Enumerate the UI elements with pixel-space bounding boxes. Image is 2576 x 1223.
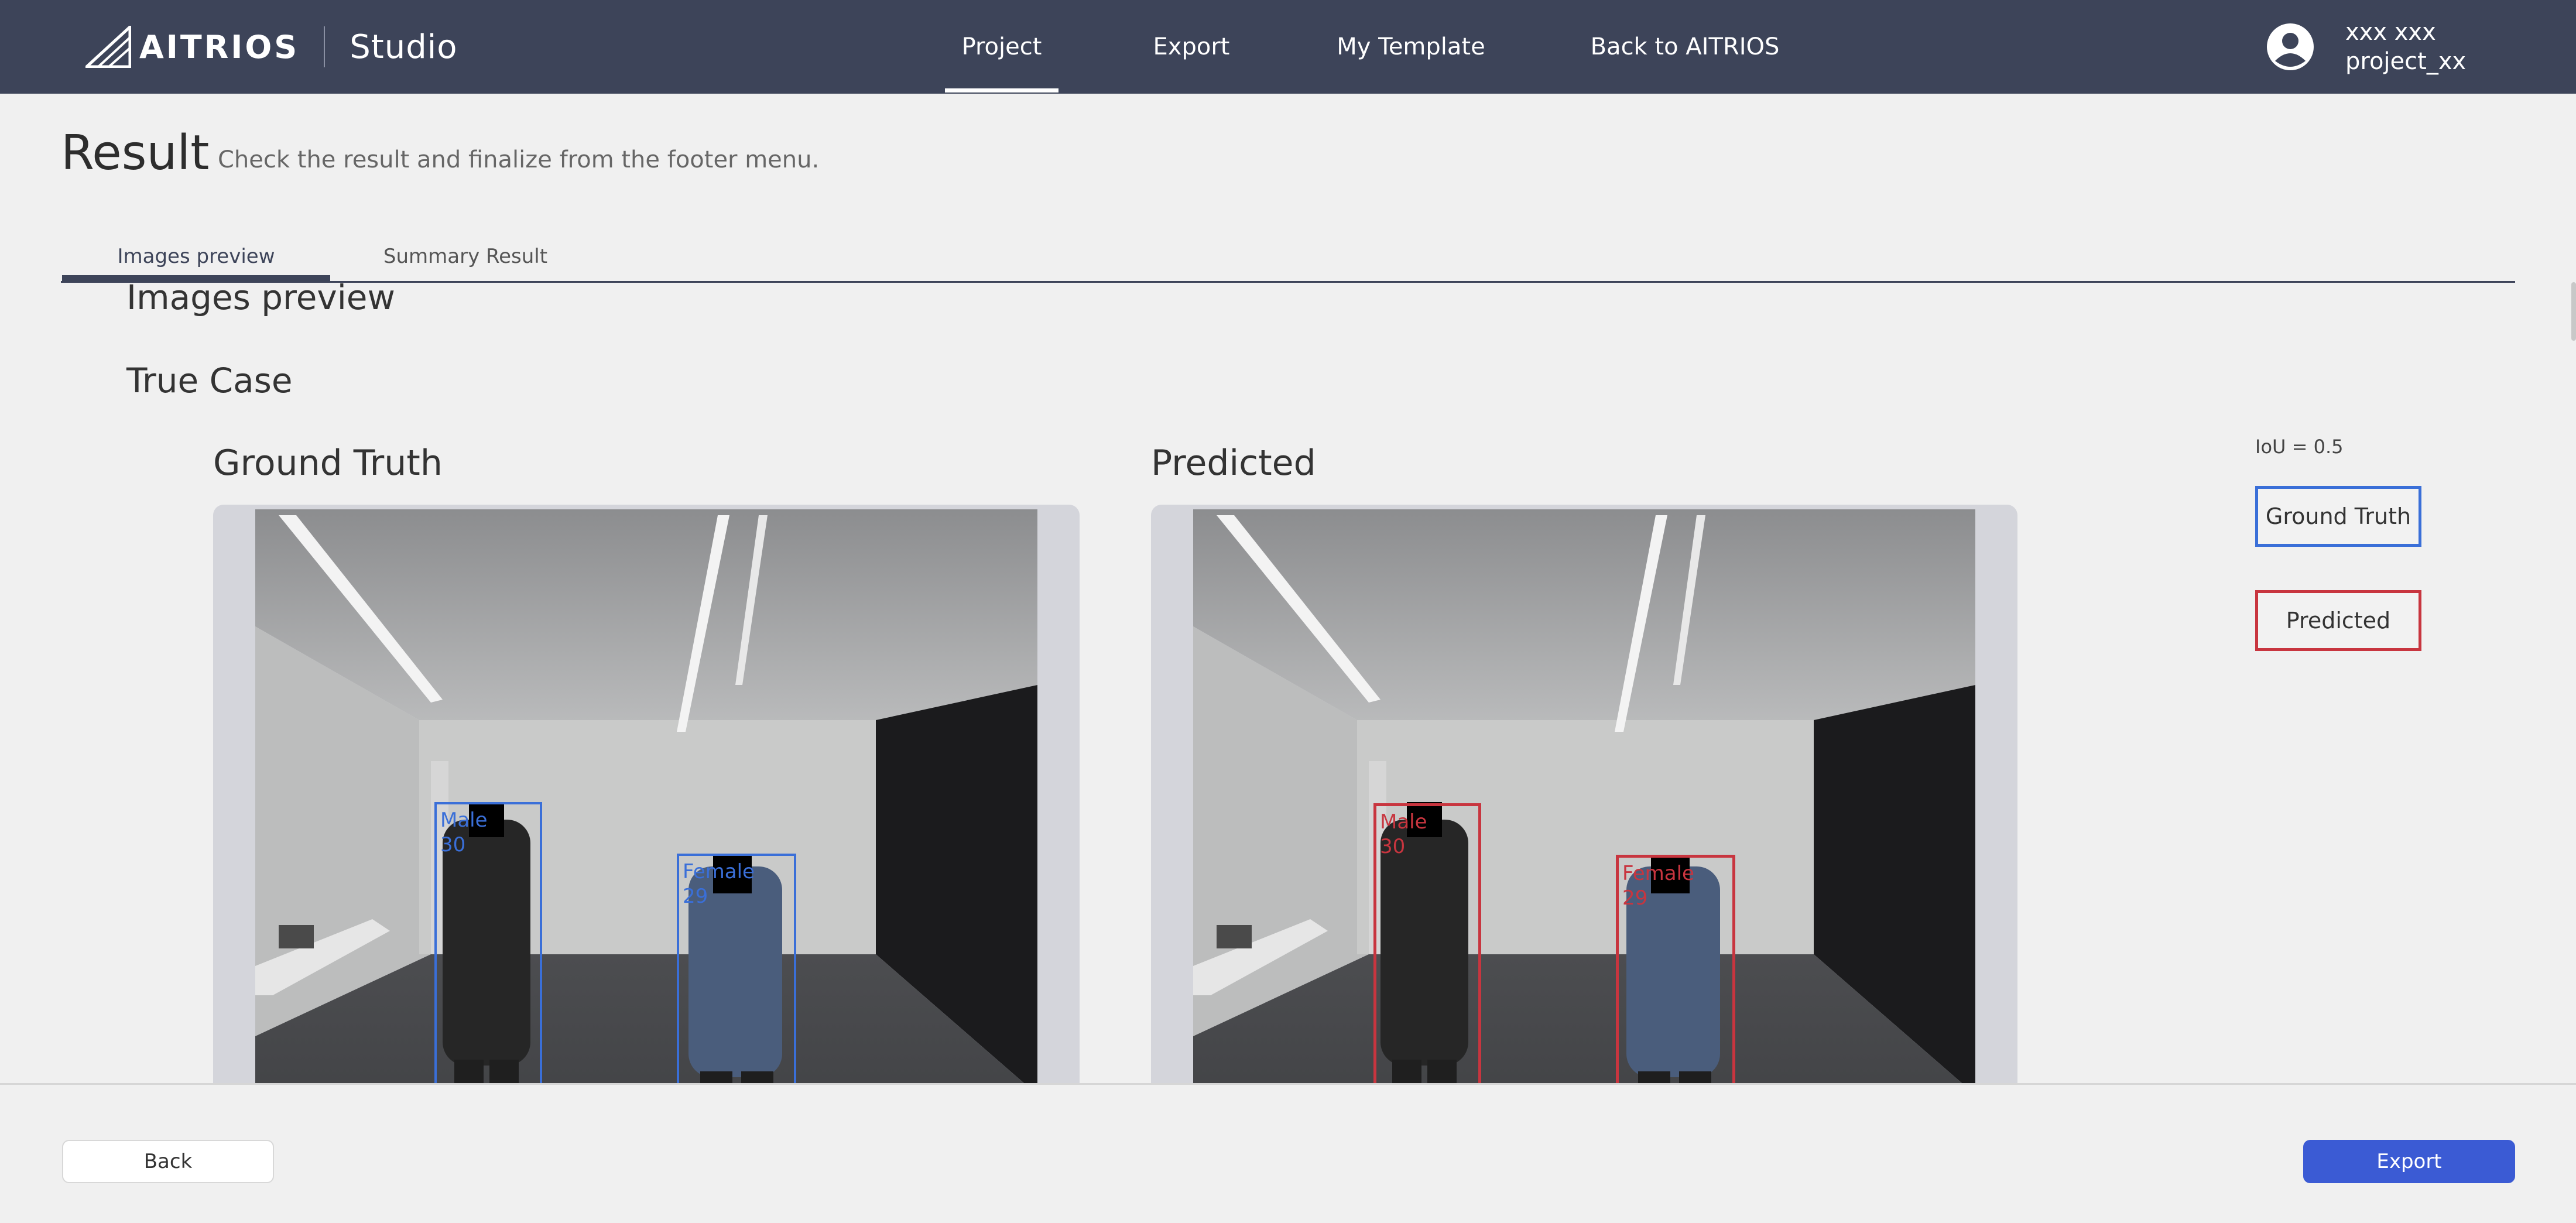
export-button-label: Export (2376, 1150, 2442, 1173)
nav-project[interactable]: Project (945, 0, 1059, 94)
nav-export-label: Export (1153, 33, 1230, 60)
export-button[interactable]: Export (2303, 1140, 2515, 1183)
user-name: xxx xxx (2345, 19, 2436, 46)
tab-summary-result[interactable]: Summary Result (351, 234, 580, 279)
footer-bar: Back Export (0, 1083, 2576, 1223)
predicted-title: Predicted (1151, 443, 1316, 484)
pred-box-male-age: 30 (1380, 835, 1406, 858)
user-info: xxx xxx project_xx (2345, 18, 2466, 76)
page-subtitle: Check the result and finalize from the f… (218, 146, 820, 173)
pred-box-female-age: 29 (1622, 886, 1648, 910)
gt-box-female: Female 29 (677, 854, 796, 1111)
user-menu[interactable]: xxx xxx project_xx (2266, 18, 2466, 76)
account-circle-icon (2267, 23, 2314, 70)
gt-box-female-gender: Female (683, 860, 755, 883)
tab-summary-result-label: Summary Result (383, 245, 548, 268)
brand-name: AITRIOS (139, 28, 300, 66)
aitrios-logo-icon (85, 26, 131, 68)
case-title: True Case (126, 361, 293, 400)
back-button-label: Back (143, 1150, 193, 1173)
nav-export[interactable]: Export (1147, 0, 1235, 94)
pred-box-male: Male 30 (1373, 803, 1481, 1096)
pred-box-female: Female 29 (1616, 855, 1735, 1112)
gt-box-male: Male 30 (434, 802, 542, 1095)
gt-box-male-age: 30 (440, 833, 466, 857)
legend-predicted: Predicted (2255, 590, 2421, 651)
aitrios-studio-logo[interactable]: AITRIOS Studio (85, 26, 458, 68)
tab-images-preview[interactable]: Images preview (62, 234, 330, 281)
tabs-divider (61, 281, 2515, 283)
legend-predicted-label: Predicted (2286, 608, 2391, 633)
iou-threshold: IoU = 0.5 (2255, 436, 2344, 458)
page-title: Result (61, 125, 210, 181)
gt-box-male-gender: Male (440, 809, 488, 832)
nav-back-to-aitrios[interactable]: Back to AITRIOS (1590, 0, 1780, 94)
nav-my-template-label: My Template (1337, 33, 1485, 60)
section-title: Images preview (126, 278, 395, 317)
nav-my-template[interactable]: My Template (1335, 0, 1487, 94)
nav-project-label: Project (961, 33, 1042, 60)
legend-ground-truth-label: Ground Truth (2265, 503, 2411, 529)
content-scrollbar[interactable] (2571, 282, 2576, 341)
nav-back-to-aitrios-label: Back to AITRIOS (1590, 33, 1780, 60)
user-project: project_xx (2345, 48, 2467, 75)
pred-box-female-gender: Female (1622, 862, 1694, 885)
pred-box-male-gender: Male (1380, 810, 1427, 834)
tab-images-preview-label: Images preview (117, 245, 275, 268)
gt-box-female-age: 29 (683, 885, 708, 908)
ground-truth-title: Ground Truth (213, 443, 443, 484)
legend-ground-truth: Ground Truth (2255, 486, 2421, 547)
back-button[interactable]: Back (62, 1140, 274, 1183)
product-name: Studio (350, 28, 458, 66)
top-navigation-bar: AITRIOS Studio Project Export My Templat… (0, 0, 2576, 94)
logo-divider (324, 26, 326, 67)
